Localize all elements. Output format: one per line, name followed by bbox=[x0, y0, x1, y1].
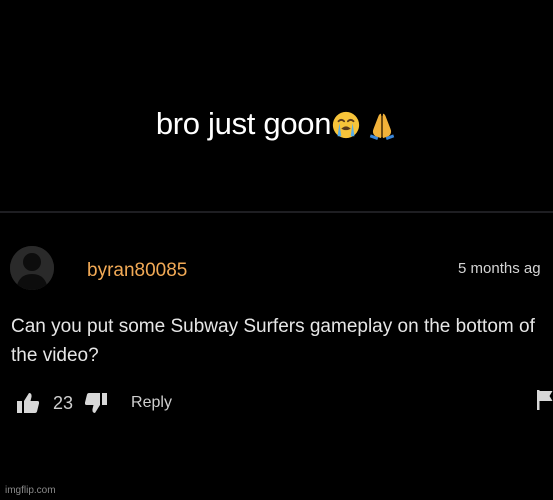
divider bbox=[0, 211, 553, 213]
default-user-icon bbox=[10, 246, 54, 290]
watermark: imgflip.com bbox=[5, 485, 56, 496]
like-count: 23 bbox=[53, 392, 74, 413]
folded-hands-icon bbox=[369, 113, 395, 140]
thumbs-down-icon[interactable] bbox=[85, 393, 108, 413]
caption-text: bro just goon bbox=[155, 106, 332, 141]
comment-actions: 23 Reply bbox=[17, 390, 172, 416]
comment-timestamp: 5 months ag bbox=[458, 260, 541, 277]
comment-username[interactable]: byran80085 bbox=[87, 260, 187, 282]
loudly-crying-face-icon bbox=[333, 111, 360, 139]
avatar[interactable] bbox=[10, 246, 54, 290]
thumbs-up-icon[interactable] bbox=[17, 393, 39, 413]
comment-text: Can you put some Subway Surfers gameplay… bbox=[11, 316, 535, 366]
flag-icon[interactable] bbox=[537, 390, 553, 410]
reply-button[interactable]: Reply bbox=[131, 394, 172, 412]
meme-caption: bro just goon bbox=[0, 106, 553, 142]
